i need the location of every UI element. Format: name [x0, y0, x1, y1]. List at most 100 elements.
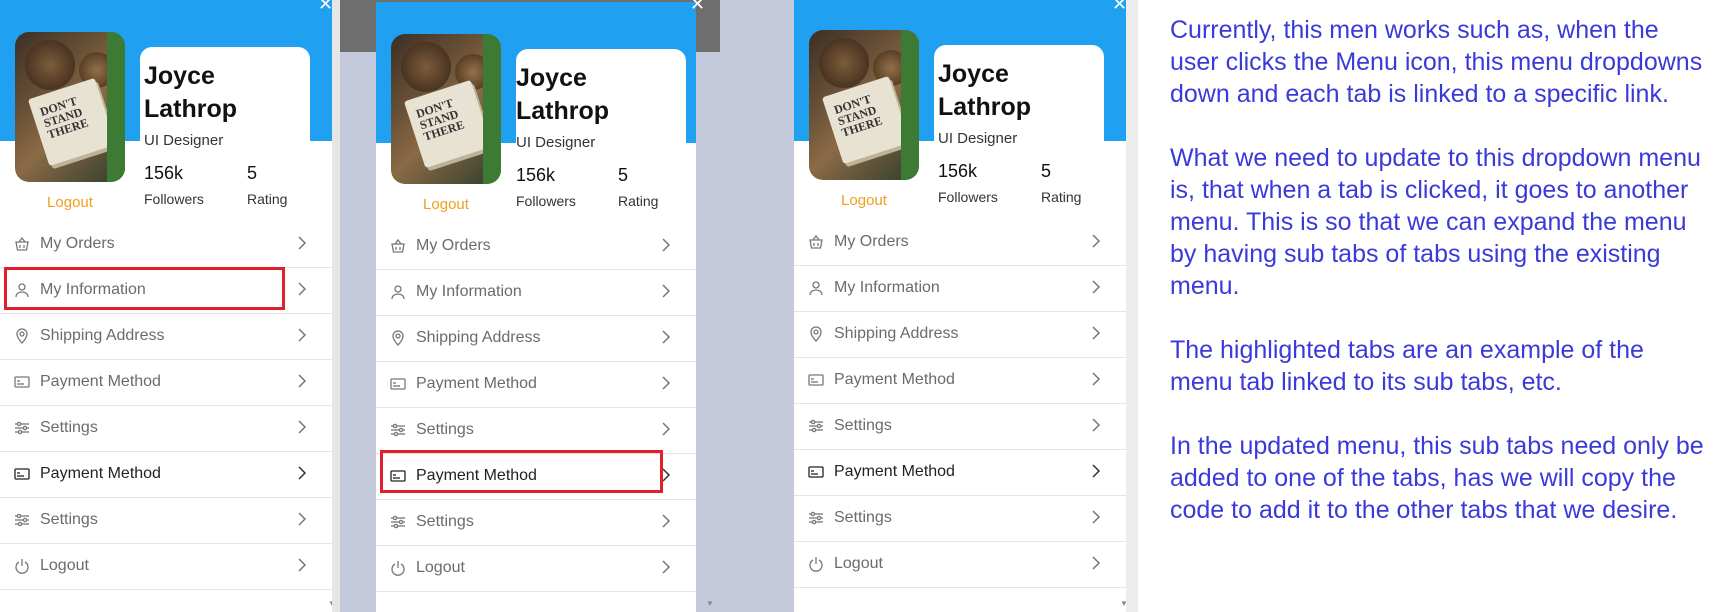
chevron-right-icon [294, 419, 310, 435]
menu-item-logout[interactable]: Logout [794, 542, 1126, 588]
card-icon [14, 466, 30, 482]
menu-item-label: My Information [834, 279, 940, 296]
menu-item-settings[interactable]: Settings [376, 408, 696, 454]
followers-count: 156k [938, 161, 978, 181]
sliders-icon [390, 422, 406, 438]
menu-item-label: My Orders [834, 233, 909, 250]
chevron-right-icon [1088, 555, 1104, 571]
chevron-right-icon [294, 465, 310, 481]
profile-name-last: Lathrop [938, 93, 1032, 121]
avatar-book-text: DON'T STAND THERE [832, 91, 884, 140]
profile-role: UI Designer [144, 132, 224, 149]
chevron-right-icon [294, 235, 310, 251]
close-icon[interactable]: ✕ [318, 0, 332, 15]
menu-item-payment-method-2[interactable]: Payment Method [0, 452, 332, 498]
gap-strip-2 [720, 0, 794, 612]
chevron-right-icon [658, 237, 674, 253]
menu-item-settings-2[interactable]: Settings [794, 496, 1126, 542]
menu-panel-1: ✕ DON'T STAND THERE Joyce Lathrop UI Des… [0, 0, 332, 612]
close-icon[interactable]: ✕ [690, 0, 705, 15]
profile-name-first: Joyce [516, 64, 587, 92]
menu-item-settings[interactable]: Settings [0, 406, 332, 452]
basket-icon [390, 238, 406, 254]
menu-item-label: Shipping Address [416, 329, 541, 346]
chevron-right-icon [658, 513, 674, 529]
menu-item-settings[interactable]: Settings [794, 404, 1126, 450]
menu-item-label: Logout [40, 557, 89, 574]
chevron-right-icon [1088, 371, 1104, 387]
chevron-right-icon [1088, 279, 1104, 295]
menu-item-shipping-address[interactable]: Shipping Address [794, 312, 1126, 358]
chevron-right-icon [294, 557, 310, 573]
card-icon [390, 376, 406, 392]
menu-item-shipping-address[interactable]: Shipping Address [0, 314, 332, 360]
menu-item-my-information[interactable]: My Information [376, 270, 696, 316]
menu-item-label: Shipping Address [834, 325, 959, 342]
menu-item-payment-method[interactable]: Payment Method [376, 362, 696, 408]
menu-item-label: Payment Method [40, 465, 161, 482]
menu-item-label: Settings [834, 509, 892, 526]
menu-item-label: Payment Method [834, 371, 955, 388]
chevron-right-icon [294, 373, 310, 389]
user-icon [390, 284, 406, 300]
location-pin-icon [390, 330, 406, 346]
rating-label: Rating [618, 193, 659, 209]
profile-role: UI Designer [938, 130, 1018, 147]
menu-item-payment-method[interactable]: Payment Method [0, 360, 332, 406]
menu-panel-3: ✕ DON'T STAND THERE Joyce Lathrop UI Des… [794, 0, 1126, 612]
annotation-note: Currently, this men works such as, when … [1170, 14, 1710, 558]
rating-value: 5 [247, 163, 258, 183]
location-pin-icon [808, 326, 824, 342]
scroll-down-icon[interactable]: ▼ [706, 599, 714, 608]
menu-item-label: My Orders [40, 235, 115, 252]
followers-label: Followers [144, 191, 204, 207]
menu-item-label: Shipping Address [40, 327, 165, 344]
rating-label: Rating [1041, 189, 1082, 205]
chevron-right-icon [1088, 463, 1104, 479]
note-paragraph-4: In the updated menu, this sub tabs need … [1170, 432, 1704, 524]
close-icon[interactable]: ✕ [1112, 0, 1126, 15]
profile-name-last: Lathrop [516, 97, 610, 125]
menu-item-payment-method-2[interactable]: Payment Method [794, 450, 1126, 496]
menu-item-my-information[interactable]: My Information [794, 266, 1126, 312]
avatar-book-text: DON'T STAND THERE [38, 93, 90, 142]
basket-icon [14, 236, 30, 252]
menu-item-my-orders[interactable]: My Orders [794, 220, 1126, 266]
note-paragraph-3: The highlighted tabs are an example of t… [1170, 336, 1644, 396]
note-paragraph-1: Currently, this men works such as, when … [1170, 16, 1703, 108]
menu-item-label: Payment Method [834, 463, 955, 480]
profile-logout-link[interactable]: Logout [809, 192, 919, 209]
power-icon [808, 556, 824, 572]
sliders-icon [808, 510, 824, 526]
sliders-icon [808, 418, 824, 434]
menu-item-payment-method[interactable]: Payment Method [794, 358, 1126, 404]
menu-item-settings-2[interactable]: Settings [376, 500, 696, 546]
chevron-right-icon [1088, 509, 1104, 525]
chevron-right-icon [658, 559, 674, 575]
followers-label: Followers [938, 189, 998, 205]
menu-item-logout[interactable]: Logout [0, 544, 332, 590]
profile-name-first: Joyce [144, 62, 215, 90]
menu-item-settings-2[interactable]: Settings [0, 498, 332, 544]
menu-item-label: Settings [416, 513, 474, 530]
profile-name-first: Joyce [938, 60, 1009, 88]
profile-logout-link[interactable]: Logout [15, 194, 125, 211]
basket-icon [808, 234, 824, 250]
menu-item-logout[interactable]: Logout [376, 546, 696, 592]
menu-item-label: Payment Method [416, 375, 537, 392]
avatar: DON'T STAND THERE [15, 32, 125, 182]
menu-item-my-orders[interactable]: My Orders [0, 222, 332, 268]
location-pin-icon [14, 328, 30, 344]
menu-item-label: My Orders [416, 237, 491, 254]
sliders-icon [14, 512, 30, 528]
profile-logout-link[interactable]: Logout [391, 196, 501, 213]
chevron-right-icon [658, 375, 674, 391]
chevron-right-icon [294, 511, 310, 527]
chevron-right-icon [658, 421, 674, 437]
menu-item-my-orders[interactable]: My Orders [376, 224, 696, 270]
avatar: DON'T STAND THERE [809, 30, 919, 180]
menu-item-shipping-address[interactable]: Shipping Address [376, 316, 696, 362]
menu-item-label: Settings [40, 511, 98, 528]
chevron-right-icon [1088, 417, 1104, 433]
menu-item-label: My Information [416, 283, 522, 300]
